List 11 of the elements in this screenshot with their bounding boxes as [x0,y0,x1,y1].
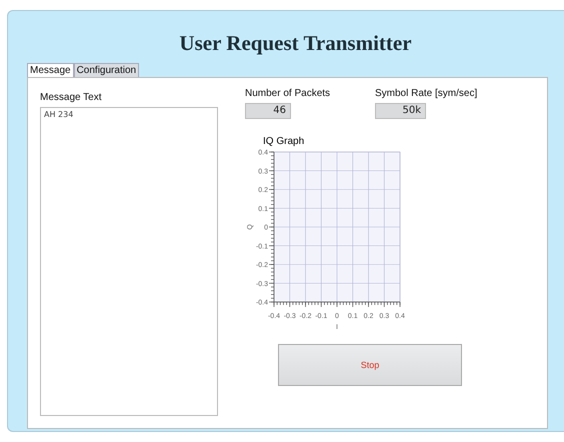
numeric-indicator: 46 [245,103,291,119]
field-label: Number of Packets [245,88,332,100]
tab[interactable]: Configuration [74,63,140,77]
graph-title: IQ Graph [263,136,306,147]
field-label: Symbol Rate [sym/sec] [375,88,478,100]
numeric-indicator: 50k [375,103,426,119]
stop-button[interactable]: Stop [278,344,462,386]
tab[interactable]: Message [27,63,74,77]
message-field[interactable]: AH 234 [40,107,218,416]
window-title: User Request Transmitter [178,30,413,57]
message-label: Message Text [40,92,103,104]
